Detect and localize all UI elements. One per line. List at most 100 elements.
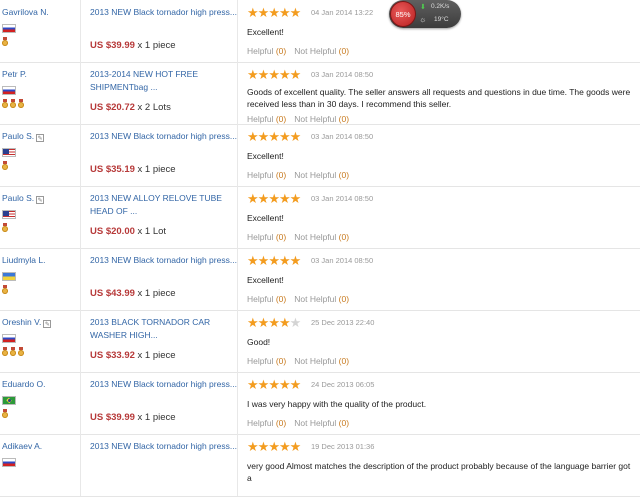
not-helpful-link[interactable]: Not Helpful (0) <box>294 418 349 428</box>
medal-icon <box>2 161 8 170</box>
helpful-link[interactable]: Helpful (0) <box>247 114 286 124</box>
not-helpful-label[interactable]: Not Helpful <box>294 170 336 180</box>
product-link[interactable]: 2013 NEW Black tornador high press... <box>90 6 240 19</box>
helpful-count: (0) <box>275 418 287 428</box>
star-filled-icon: ★ <box>247 191 259 206</box>
helpful-label[interactable]: Helpful <box>247 170 273 180</box>
product-cell: 2013 NEW ALLOY RELOVE TUBE HEAD OF ... US… <box>81 186 238 248</box>
not-helpful-label[interactable]: Not Helpful <box>294 46 336 56</box>
not-helpful-label[interactable]: Not Helpful <box>294 114 336 124</box>
buyer-cell: Paulo S. ✎ <box>2 124 81 186</box>
order-quantity: x 1 piece <box>137 40 176 51</box>
helpful-votes: Helpful (0) Not Helpful (0) <box>247 170 349 180</box>
helpful-link[interactable]: Helpful (0) <box>247 294 286 304</box>
price-amount: US $20.00 <box>90 226 135 237</box>
buyer-name-link[interactable]: Liudmyla L. <box>2 255 45 265</box>
not-helpful-count: (0) <box>338 170 350 180</box>
star-filled-icon: ★ <box>278 67 291 82</box>
helpful-link[interactable]: Helpful (0) <box>247 232 286 242</box>
not-helpful-link[interactable]: Not Helpful (0) <box>294 114 349 124</box>
review-cell: ★★★★★ 25 Dec 2013 22:40 Good! Helpful (0) No… <box>247 316 637 372</box>
helpful-link[interactable]: Helpful (0) <box>247 418 286 428</box>
buyer-name-link[interactable]: Eduardo O. <box>2 379 45 389</box>
product-link[interactable]: 2013 BLACK TORNADOR CAR WASHER HIGH... <box>90 316 240 342</box>
feedback-medals <box>2 37 10 48</box>
medal-icon <box>2 409 8 418</box>
not-helpful-label[interactable]: Not Helpful <box>294 294 336 304</box>
cpu-usage-gauge[interactable]: 85% <box>390 1 416 27</box>
not-helpful-count: (0) <box>338 294 350 304</box>
buyer-name[interactable]: Petr P. <box>2 69 27 79</box>
not-helpful-link[interactable]: Not Helpful (0) <box>294 170 349 180</box>
product-link[interactable]: 2013 NEW Black tornador high press... <box>90 254 240 267</box>
buyer-name[interactable]: Paulo S. <box>2 193 34 203</box>
helpful-label[interactable]: Helpful <box>247 46 273 56</box>
review-row: Gavrilova N. 2013 NEW Black tornador high… <box>0 0 640 63</box>
price-amount: US $43.99 <box>90 288 135 299</box>
buyer-name-link[interactable]: Paulo S. ✎ <box>2 131 45 142</box>
star-rating: ★★★★★ <box>247 378 301 391</box>
feedback-medals <box>2 161 10 172</box>
product-link[interactable]: 2013-2014 NEW HOT FREE SHIPMENTbag ... <box>90 68 240 94</box>
country-flag-icon <box>2 272 16 281</box>
buyer-name[interactable]: Gavrilova N. <box>2 7 49 17</box>
helpful-link[interactable]: Helpful (0) <box>247 46 286 56</box>
helpful-label[interactable]: Helpful <box>247 294 273 304</box>
buyer-name[interactable]: Adikaev A. <box>2 441 42 451</box>
star-filled-icon: ★ <box>268 439 280 454</box>
not-helpful-label[interactable]: Not Helpful <box>294 418 336 428</box>
order-price: US $20.00 x 1 Lot <box>90 226 166 237</box>
buyer-name[interactable]: Oreshin V. <box>2 317 41 327</box>
not-helpful-label[interactable]: Not Helpful <box>294 232 336 242</box>
review-row: Liudmyla L. 2013 NEW Black tornador high … <box>0 248 640 311</box>
review-text: very good Almost matches the description… <box>247 461 631 483</box>
review-row: Paulo S. ✎ 2013 NEW Black tornador high pr… <box>0 124 640 187</box>
temperature: 19°C <box>434 16 449 23</box>
helpful-label[interactable]: Helpful <box>247 418 273 428</box>
review-row: Petr P. 2013-2014 NEW HOT FREE SHIPMENTba… <box>0 62 640 125</box>
star-empty-icon: ★ <box>289 315 302 330</box>
feedback-medals <box>2 285 10 296</box>
buyer-name[interactable]: Paulo S. <box>2 131 34 141</box>
star-filled-icon: ★ <box>289 67 302 82</box>
system-monitor-widget[interactable]: 85% ⬇ 0.2K/s ☼ 19°C <box>389 0 461 28</box>
edit-note-icon[interactable]: ✎ <box>36 196 45 204</box>
buyer-name-link[interactable]: Paulo S. ✎ <box>2 193 45 204</box>
price-amount: US $20.72 <box>90 102 135 113</box>
order-price: US $39.99 x 1 piece <box>90 412 176 423</box>
product-cell: 2013 NEW Black tornador high press... US … <box>81 248 238 310</box>
not-helpful-link[interactable]: Not Helpful (0) <box>294 46 349 56</box>
star-filled-icon: ★ <box>247 315 259 330</box>
buyer-name-link[interactable]: Adikaev A. <box>2 441 42 451</box>
star-filled-icon: ★ <box>247 129 259 144</box>
medal-icon <box>2 99 8 108</box>
buyer-name-link[interactable]: Gavrilova N. <box>2 7 49 17</box>
star-filled-icon: ★ <box>278 129 291 144</box>
helpful-label[interactable]: Helpful <box>247 232 273 242</box>
not-helpful-label[interactable]: Not Helpful <box>294 356 336 366</box>
edit-note-icon[interactable]: ✎ <box>36 134 45 142</box>
feedback-medals <box>2 223 10 234</box>
helpful-label[interactable]: Helpful <box>247 114 273 124</box>
helpful-link[interactable]: Helpful (0) <box>247 170 286 180</box>
edit-note-icon[interactable]: ✎ <box>43 320 52 328</box>
star-filled-icon: ★ <box>257 315 270 330</box>
buyer-name-link[interactable]: Oreshin V. ✎ <box>2 317 52 328</box>
sun-icon: ☼ <box>419 15 427 24</box>
buyer-cell: Eduardo O. <box>2 372 81 434</box>
star-filled-icon: ★ <box>278 439 291 454</box>
review-text: Good! <box>247 337 271 347</box>
buyer-name[interactable]: Eduardo O. <box>2 379 45 389</box>
review-text: Excellent! <box>247 213 284 223</box>
not-helpful-link[interactable]: Not Helpful (0) <box>294 294 349 304</box>
product-link[interactable]: 2013 NEW Black tornador high press... <box>90 130 240 143</box>
not-helpful-link[interactable]: Not Helpful (0) <box>294 356 349 366</box>
product-link[interactable]: 2013 NEW Black tornador high press... <box>90 440 240 453</box>
product-link[interactable]: 2013 NEW ALLOY RELOVE TUBE HEAD OF ... <box>90 192 240 218</box>
not-helpful-link[interactable]: Not Helpful (0) <box>294 232 349 242</box>
buyer-name-link[interactable]: Petr P. <box>2 69 27 79</box>
buyer-name[interactable]: Liudmyla L. <box>2 255 45 265</box>
product-link[interactable]: 2013 NEW Black tornador high press... <box>90 378 240 391</box>
helpful-link[interactable]: Helpful (0) <box>247 356 286 366</box>
helpful-label[interactable]: Helpful <box>247 356 273 366</box>
